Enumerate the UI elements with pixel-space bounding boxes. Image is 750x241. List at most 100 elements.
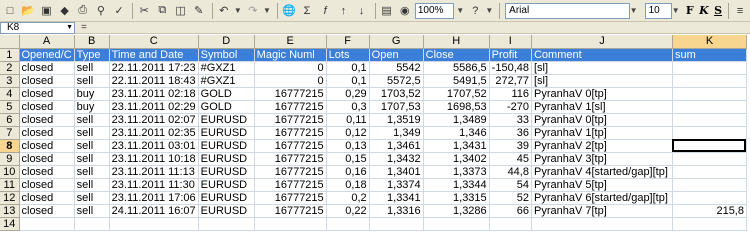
cell-f4[interactable]: 0,29 [326,87,370,101]
cell-g11[interactable]: 1,3374 [369,178,424,192]
font-size-select[interactable]: 10 [644,2,672,19]
spelling-icon[interactable]: ✓ [111,2,127,20]
cell-j5[interactable]: PyranhaV 1[sl] [531,100,673,114]
cell-k9[interactable] [672,152,747,166]
cell-f6[interactable]: 0,11 [326,113,370,127]
cell-i11[interactable]: 54 [489,178,532,192]
row-header[interactable]: 3 [0,74,20,88]
cell-a4[interactable]: closed [19,87,75,101]
cell-d13[interactable]: EURUSD [198,204,255,218]
column-header-b[interactable]: B [74,35,110,49]
cell-j14[interactable] [531,217,673,231]
cell-j13[interactable]: PyranhaV 7[tp] [531,204,673,218]
cell-e7[interactable]: 16777215 [254,126,327,140]
help-dropdown-icon[interactable]: ▼ [485,6,493,15]
italic-button[interactable]: K [697,4,711,17]
cell-c11[interactable]: 23.11.2011 11:30 [109,178,199,192]
permission-icon[interactable]: ◆ [57,2,73,20]
format-painter-icon[interactable]: ✎ [191,2,207,20]
column-header-h[interactable]: H [423,35,490,49]
cell-h3[interactable]: 5491,5 [423,74,490,88]
cell-k10[interactable] [672,165,747,179]
row-header[interactable]: 14 [0,217,20,231]
cell-d14[interactable] [198,217,255,231]
cell-h7[interactable]: 1,346 [423,126,490,140]
cell-d10[interactable]: EURUSD [198,165,255,179]
cell-f9[interactable]: 0,15 [326,152,370,166]
cell-j2[interactable]: [sl] [531,61,673,75]
cell-j7[interactable]: PyranhaV 1[tp] [531,126,673,140]
cell-d4[interactable]: GOLD [198,87,255,101]
copy-icon[interactable]: ⧉ [154,2,170,20]
cell-d12[interactable]: EURUSD [198,191,255,205]
cell-f10[interactable]: 0,16 [326,165,370,179]
row-header[interactable]: 4 [0,87,20,101]
cell-j4[interactable]: PyranhaV 0[tp] [531,87,673,101]
cell-i5[interactable]: -270 [489,100,532,114]
cell-j9[interactable]: PyranhaV 3[tp] [531,152,673,166]
cell-i3[interactable]: 272,77 [489,74,532,88]
cell-c12[interactable]: 23.11.2011 17:06 [109,191,199,205]
cell-d2[interactable]: #GXZ1 [198,61,255,75]
cell-a3[interactable]: closed [19,74,75,88]
zoom-dropdown-icon[interactable]: ▼ [456,6,464,15]
cell-i9[interactable]: 45 [489,152,532,166]
cell-b2[interactable]: sell [74,61,110,75]
cell-i8[interactable]: 39 [489,139,532,153]
column-header-a[interactable]: A [19,35,75,49]
cell-i4[interactable]: 116 [489,87,532,101]
row-header[interactable]: 1 [0,48,20,62]
cell-a5[interactable]: closed [19,100,75,114]
cell-c4[interactable]: 23.11.2011 02:18 [109,87,199,101]
cell-b12[interactable]: sell [74,191,110,205]
header-cell[interactable]: Time and Date [109,48,199,62]
cell-b4[interactable]: buy [74,87,110,101]
row-header[interactable]: 13 [0,204,20,218]
cell-g12[interactable]: 1,3341 [369,191,424,205]
row-header[interactable]: 10 [0,165,20,179]
header-cell[interactable]: Comment [531,48,673,62]
header-cell[interactable]: sum [672,48,747,62]
cell-i14[interactable] [489,217,532,231]
cell-c6[interactable]: 23.11.2011 02:07 [109,113,199,127]
new-file-icon[interactable]: □ [2,2,18,20]
save-icon[interactable]: ▣ [38,2,54,20]
cell-b8[interactable]: sell [74,139,110,153]
cell-k8[interactable] [672,139,747,153]
row-header[interactable]: 7 [0,126,20,140]
paste-icon[interactable]: ◫ [172,2,188,20]
header-cell[interactable]: Lots [326,48,370,62]
cell-d11[interactable]: EURUSD [198,178,255,192]
cell-c14[interactable] [109,217,199,231]
undo-dropdown-icon[interactable]: ▼ [234,6,242,15]
cell-g14[interactable] [369,217,424,231]
cell-g5[interactable]: 1707,53 [369,100,424,114]
cell-h14[interactable] [423,217,490,231]
cell-h12[interactable]: 1,3315 [423,191,490,205]
cell-i10[interactable]: 44,8 [489,165,532,179]
cell-i7[interactable]: 36 [489,126,532,140]
cell-e2[interactable]: 0 [254,61,327,75]
cell-c5[interactable]: 23.11.2011 02:29 [109,100,199,114]
drawing-icon[interactable]: ◉ [397,2,413,20]
header-cell[interactable]: Close [423,48,490,62]
cell-d5[interactable]: GOLD [198,100,255,114]
column-header-j[interactable]: J [531,35,673,49]
row-header[interactable]: 12 [0,191,20,205]
cell-c7[interactable]: 23.11.2011 02:35 [109,126,199,140]
cell-c9[interactable]: 23.11.2011 10:18 [109,152,199,166]
cell-g3[interactable]: 5572,5 [369,74,424,88]
cell-g6[interactable]: 1,3519 [369,113,424,127]
cell-e14[interactable] [254,217,327,231]
cell-b3[interactable]: sell [74,74,110,88]
function-icon[interactable]: f [317,2,333,20]
cell-h4[interactable]: 1707,52 [423,87,490,101]
cell-b7[interactable]: sell [74,126,110,140]
cell-g2[interactable]: 5542 [369,61,424,75]
cell-i6[interactable]: 33 [489,113,532,127]
cell-i12[interactable]: 52 [489,191,532,205]
cell-a13[interactable]: closed [19,204,75,218]
cut-icon[interactable]: ✂ [136,2,152,20]
cell-c8[interactable]: 23.11.2011 03:01 [109,139,199,153]
row-header[interactable]: 6 [0,113,20,127]
